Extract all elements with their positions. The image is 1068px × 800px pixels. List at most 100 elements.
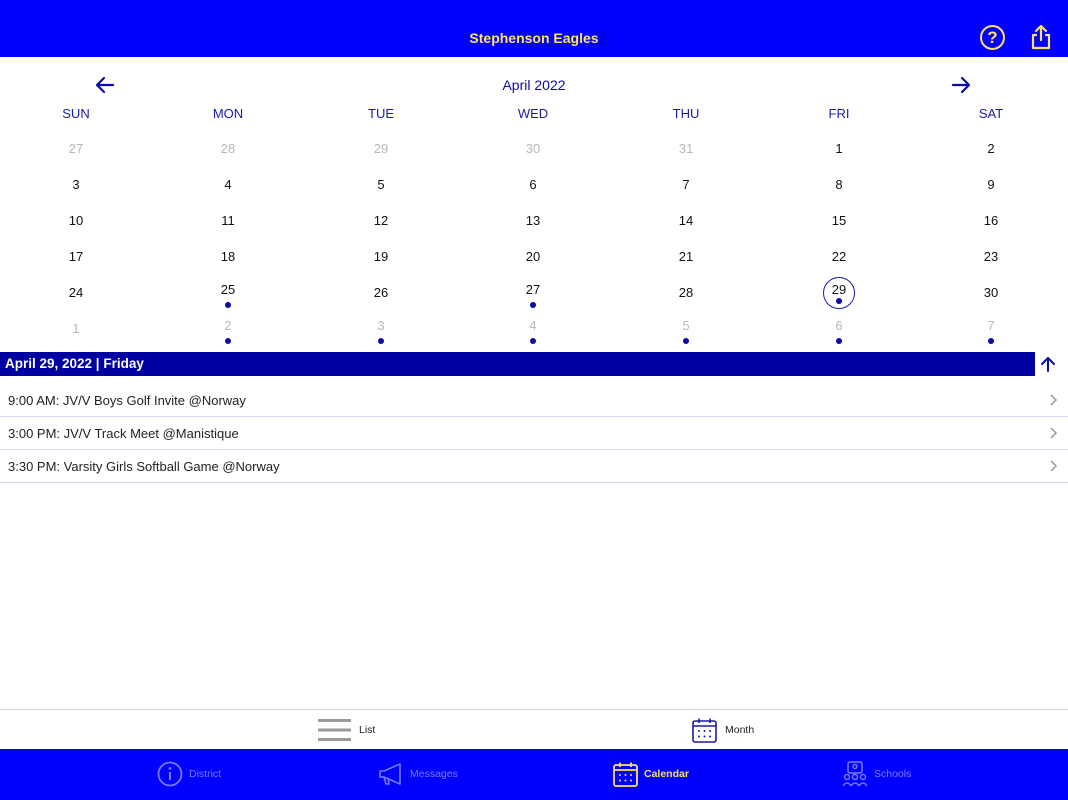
calendar-day[interactable]: 2 xyxy=(210,311,246,347)
event-dot xyxy=(988,338,994,344)
calendar-day[interactable]: 24 xyxy=(58,275,94,311)
day-number: 2 xyxy=(224,318,232,333)
list-view-label: List xyxy=(359,724,376,736)
month-navigation: April 2022 xyxy=(0,70,1068,100)
day-number: 28 xyxy=(220,141,236,156)
calendar-day[interactable]: 27 xyxy=(515,275,551,311)
event-list: 9:00 AM: JV/V Boys Golf Invite @Norway 3:… xyxy=(0,384,1068,483)
calendar-day[interactable]: 15 xyxy=(821,203,857,239)
event-dot xyxy=(836,338,842,344)
calendar-day[interactable]: 3 xyxy=(58,167,94,203)
calendar-day[interactable]: 19 xyxy=(363,239,399,275)
event-dot xyxy=(836,298,842,304)
calendar-day[interactable]: 4 xyxy=(210,167,246,203)
day-number: 21 xyxy=(678,249,694,264)
list-view-button[interactable]: List xyxy=(318,717,375,743)
calendar-day[interactable]: 17 xyxy=(58,239,94,275)
calendar-day[interactable]: 5 xyxy=(668,311,704,347)
day-number: 23 xyxy=(983,249,999,264)
tab-messages[interactable]: Messages xyxy=(378,755,458,793)
calendar-day[interactable]: 1 xyxy=(821,131,857,167)
calendar-day[interactable]: 16 xyxy=(973,203,1009,239)
calendar-day[interactable]: 4 xyxy=(515,311,551,347)
calendar-day[interactable]: 6 xyxy=(821,311,857,347)
tab-messages-label: Messages xyxy=(410,768,458,780)
day-number: 14 xyxy=(678,213,694,228)
calendar-day[interactable]: 10 xyxy=(58,203,94,239)
tab-district-label: District xyxy=(189,768,222,780)
calendar-day[interactable]: 23 xyxy=(973,239,1009,275)
calendar-day[interactable]: 7 xyxy=(973,311,1009,347)
calendar-day[interactable]: 18 xyxy=(210,239,246,275)
arrow-up-icon[interactable] xyxy=(1040,356,1056,372)
event-title: 9:00 AM: JV/V Boys Golf Invite @Norway xyxy=(8,393,246,408)
day-number: 12 xyxy=(373,213,389,228)
weekday-label: TUE xyxy=(368,106,394,121)
schools-icon xyxy=(842,761,868,787)
day-number: 5 xyxy=(377,177,385,192)
calendar-day[interactable]: 2 xyxy=(973,131,1009,167)
list-icon xyxy=(318,719,351,741)
calendar-day[interactable]: 1 xyxy=(58,311,94,347)
event-dot xyxy=(378,338,384,344)
chevron-right-icon xyxy=(1050,394,1058,406)
event-dot xyxy=(225,338,231,344)
tab-district[interactable]: District xyxy=(157,755,221,793)
tab-schools-label: Schools xyxy=(874,768,912,780)
event-row[interactable]: 3:30 PM: Varsity Girls Softball Game @No… xyxy=(0,450,1068,483)
weekday-label: FRI xyxy=(828,106,850,121)
calendar-day[interactable]: 30 xyxy=(973,275,1009,311)
view-switch-bar: List Month xyxy=(0,709,1068,749)
day-number: 11 xyxy=(221,213,235,228)
day-number: 16 xyxy=(983,213,999,228)
calendar-day[interactable]: 25 xyxy=(210,275,246,311)
day-number: 28 xyxy=(678,285,694,300)
day-number: 3 xyxy=(377,318,385,333)
share-icon[interactable] xyxy=(1030,24,1052,50)
chevron-right-icon xyxy=(1050,427,1058,439)
calendar-day[interactable]: 20 xyxy=(515,239,551,275)
event-row[interactable]: 3:00 PM: JV/V Track Meet @Manistique xyxy=(0,417,1068,450)
calendar-day[interactable]: 12 xyxy=(363,203,399,239)
calendar-day[interactable]: 28 xyxy=(210,131,246,167)
day-number: 4 xyxy=(529,318,537,333)
arrow-right-icon[interactable] xyxy=(951,76,971,94)
calendar-day[interactable]: 30 xyxy=(515,131,551,167)
day-number: 17 xyxy=(68,249,84,264)
calendar-day[interactable]: 13 xyxy=(515,203,551,239)
calendar-day[interactable]: 5 xyxy=(363,167,399,203)
event-row[interactable]: 9:00 AM: JV/V Boys Golf Invite @Norway xyxy=(0,384,1068,417)
day-number: 22 xyxy=(831,249,847,264)
calendar-day[interactable]: 22 xyxy=(821,239,857,275)
calendar-day[interactable]: 11 xyxy=(210,203,246,239)
day-number: 27 xyxy=(68,141,84,156)
calendar-day[interactable]: 9 xyxy=(973,167,1009,203)
calendar-day[interactable]: 8 xyxy=(821,167,857,203)
event-title: 3:00 PM: JV/V Track Meet @Manistique xyxy=(8,426,239,441)
calendar-day[interactable]: 6 xyxy=(515,167,551,203)
calendar-day[interactable]: 7 xyxy=(668,167,704,203)
day-number: 29 xyxy=(373,141,389,156)
calendar-day[interactable]: 14 xyxy=(668,203,704,239)
day-number: 8 xyxy=(835,177,843,192)
day-number: 4 xyxy=(224,177,232,192)
calendar-day-selected[interactable]: 29 xyxy=(823,277,855,309)
tab-schools[interactable]: Schools xyxy=(842,755,911,793)
calendar-day[interactable]: 28 xyxy=(668,275,704,311)
day-number: 30 xyxy=(525,141,541,156)
tab-calendar[interactable]: Calendar xyxy=(613,755,689,793)
calendar-day[interactable]: 29 xyxy=(363,131,399,167)
question-circle-icon[interactable]: ? xyxy=(980,25,1005,50)
day-number: 10 xyxy=(68,213,84,228)
weekday-label: MON xyxy=(212,106,244,121)
day-number: 18 xyxy=(220,249,236,264)
calendar-day[interactable]: 21 xyxy=(668,239,704,275)
day-number: 27 xyxy=(525,282,541,297)
calendar-day[interactable]: 31 xyxy=(668,131,704,167)
calendar-day[interactable]: 3 xyxy=(363,311,399,347)
calendar-day[interactable]: 26 xyxy=(363,275,399,311)
event-dot xyxy=(683,338,689,344)
month-view-button[interactable]: Month xyxy=(692,717,754,743)
calendar-day[interactable]: 27 xyxy=(58,131,94,167)
selected-date-header: April 29, 2022 | Friday xyxy=(0,352,1035,376)
